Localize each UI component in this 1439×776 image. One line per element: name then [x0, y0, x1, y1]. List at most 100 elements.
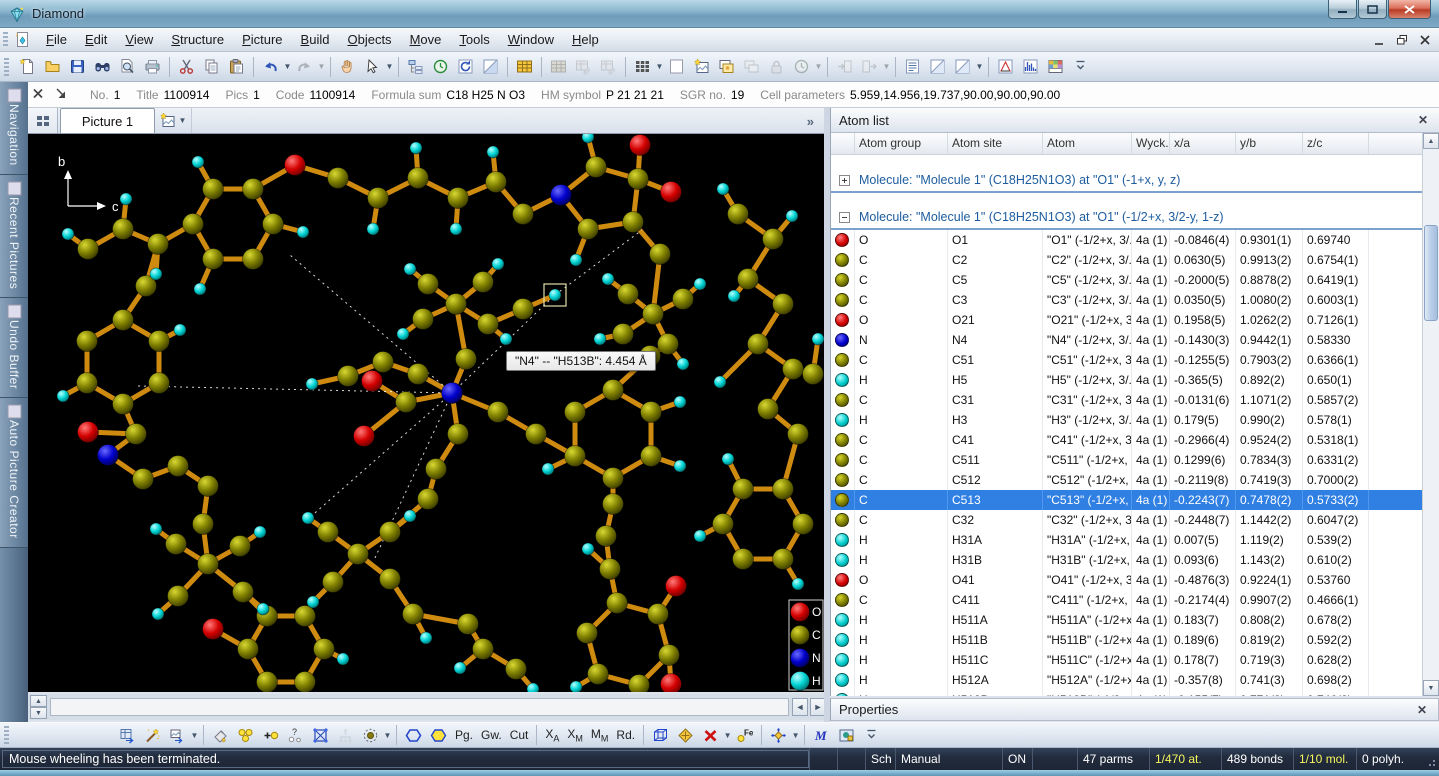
horizontal-scrollbar[interactable]: [50, 698, 789, 716]
toolbar-button-rd[interactable]: Rd.: [612, 726, 639, 744]
menu-structure[interactable]: Structure: [162, 29, 233, 50]
menu-view[interactable]: View: [116, 29, 162, 50]
maximize-button[interactable]: [1358, 0, 1387, 19]
menu-file[interactable]: File: [37, 29, 76, 50]
toolbar-button-distance-chart[interactable]: [994, 55, 1017, 78]
toolbar-button-select-arrow[interactable]: [361, 55, 384, 78]
collapse-icon[interactable]: [839, 212, 850, 223]
toolbar-grip[interactable]: [4, 58, 9, 76]
column-atomgroup[interactable]: Atom group: [855, 133, 948, 154]
menu-objects[interactable]: Objects: [338, 29, 400, 50]
toolbar-button-wand[interactable]: [141, 724, 164, 747]
chevron-down-icon[interactable]: ▼: [283, 55, 292, 78]
atom-row-h31b[interactable]: HH31B"H31B" (-1/2+x, ...4a (1)0.093(6)1.…: [831, 550, 1439, 570]
toolbar-button-overflow[interactable]: [1069, 55, 1092, 78]
atom-row-c32[interactable]: CC32"C32" (-1/2+x, 3...4a (1)-0.2448(7)1…: [831, 510, 1439, 530]
menu-picture[interactable]: Picture: [233, 29, 291, 50]
toolbar-button-picture-copy[interactable]: [715, 55, 738, 78]
sidebar-tab-undo-buffer[interactable]: Undo Buffer: [0, 298, 28, 398]
toolbar-button-xm[interactable]: XM: [563, 725, 587, 745]
sidebar-tab-navigation[interactable]: Navigation: [0, 82, 28, 175]
toolbar-button-ball-add[interactable]: [259, 724, 282, 747]
goto-icon[interactable]: [54, 86, 71, 103]
atom-row-o1[interactable]: OO1"O1" (-1/2+x, 3/...4a (1)-0.0846(4)0.…: [831, 230, 1439, 250]
chevron-down-icon[interactable]: ▼: [190, 724, 199, 747]
frame-spinner[interactable]: ▲ ▼: [30, 695, 47, 719]
menu-window[interactable]: Window: [499, 29, 563, 50]
toolbar-button-net-x[interactable]: [309, 724, 332, 747]
vertical-scrollbar[interactable]: ▲ ▼: [1422, 133, 1439, 696]
chevron-down-icon[interactable]: ▼: [723, 724, 732, 747]
atom-row-h3[interactable]: HH3"H3" (-1/2+x, 3/...4a (1)0.179(5)0.99…: [831, 410, 1439, 430]
atom-row-h511c[interactable]: HH511C"H511C" (-1/2+x...4a (1)0.178(7)0.…: [831, 650, 1439, 670]
atom-list-column-header[interactable]: Atom groupAtom siteAtomWyck.x/ay/bz/c: [831, 133, 1439, 155]
toolbar-button-xa[interactable]: XA: [541, 725, 563, 745]
atom-row-h511b[interactable]: HH511B"H511B" (-1/2+x...4a (1)0.189(6)0.…: [831, 630, 1439, 650]
toolbar-button-cut[interactable]: [175, 55, 198, 78]
atom-row-c3[interactable]: CC3"C3" (-1/2+x, 3/...4a (1)0.0350(5)1.0…: [831, 290, 1439, 310]
chevron-down-icon[interactable]: ▼: [385, 55, 394, 78]
toolbar-button-history-clock[interactable]: [429, 55, 452, 78]
toolbar-button-picture-props[interactable]: [835, 724, 858, 747]
close-icon[interactable]: ✕: [1414, 702, 1430, 718]
column-xa[interactable]: x/a: [1170, 133, 1236, 154]
toolbar-button-diamond-cross[interactable]: [674, 724, 697, 747]
toolbar-button-overflow[interactable]: [860, 724, 883, 747]
toolbar-button-hexagon-yellow[interactable]: [427, 724, 450, 747]
toolbar-button-pg[interactable]: Pg.: [451, 726, 477, 744]
atom-row-c51[interactable]: CC51"C51" (-1/2+x, 3...4a (1)-0.1255(5)0…: [831, 350, 1439, 370]
chevron-down-icon[interactable]: ▼: [383, 724, 392, 747]
tab-overflow-chevron[interactable]: »: [807, 114, 814, 133]
toolbar-button-paste[interactable]: [225, 55, 248, 78]
scroll-left-icon[interactable]: ◄: [792, 698, 808, 716]
toolbar-button-new-doc[interactable]: [16, 55, 39, 78]
toolbar-button-fe-ball[interactable]: Fe: [733, 724, 756, 747]
atom-row-c31[interactable]: CC31"C31" (-1/2+x, 3...4a (1)-0.0131(6)1…: [831, 390, 1439, 410]
scrollbar-thumb[interactable]: [1424, 225, 1438, 321]
toolbar-button-ball-question[interactable]: ?: [284, 724, 307, 747]
atom-row-c513[interactable]: CC513"C513" (-1/2+x, ...4a (1)-0.2243(7)…: [831, 490, 1439, 510]
chevron-down-icon[interactable]: ▼: [814, 55, 823, 78]
molecule-group-row[interactable]: Molecule: "Molecule 1" (C18H25N1O3) at "…: [831, 169, 1439, 191]
toolbar-button-mm[interactable]: MM: [587, 725, 613, 745]
toolbar-button-image-export[interactable]: [166, 724, 189, 747]
toolbar-button-open-folder[interactable]: [41, 55, 64, 78]
toolbar-grip[interactable]: [4, 726, 9, 744]
toolbar-button-move-cross[interactable]: [767, 724, 790, 747]
toolbar-button-diagram-diagonal[interactable]: [951, 55, 974, 78]
menu-move[interactable]: Move: [401, 29, 451, 50]
close-button[interactable]: [1388, 0, 1431, 19]
menu-build[interactable]: Build: [292, 29, 339, 50]
toolbar-button-fill-bucket[interactable]: [209, 724, 232, 747]
menu-edit[interactable]: Edit: [76, 29, 116, 50]
atom-row-c512[interactable]: CC512"C512" (-1/2+x, ...4a (1)-0.2119(8)…: [831, 470, 1439, 490]
atom-row-h512b[interactable]: HH512B"H512B" (-1/2+x...4a (1)-0.155(7)0…: [831, 690, 1439, 696]
resize-grip[interactable]: [1423, 748, 1439, 770]
menu-tools[interactable]: Tools: [450, 29, 498, 50]
new-picture-button[interactable]: ▼: [155, 108, 192, 133]
atom-row-c41[interactable]: CC41"C41" (-1/2+x, 3...4a (1)-0.2966(4)0…: [831, 430, 1439, 450]
tab-picture-1[interactable]: Picture 1: [60, 108, 155, 133]
toolbar-button-copy[interactable]: [200, 55, 223, 78]
structure-canvas[interactable]: bcOCNH "N4" -- "H513B": 4.454 Å: [28, 134, 824, 692]
close-icon[interactable]: ✕: [1415, 112, 1431, 128]
toolbar-button-rotate-view[interactable]: [454, 55, 477, 78]
toolbar-button-cut[interactable]: Cut: [506, 726, 533, 744]
toolbar-button-red-x[interactable]: [699, 724, 722, 747]
toolbar-button-powder-chart[interactable]: [1019, 55, 1042, 78]
toolbar-button-print[interactable]: [141, 55, 164, 78]
expand-icon[interactable]: [839, 175, 850, 186]
toolbar-button-print-preview[interactable]: [116, 55, 139, 78]
toolbar-button-m-italic[interactable]: M: [810, 724, 833, 747]
toolbar-button-cube[interactable]: [649, 724, 672, 747]
chevron-down-icon[interactable]: ▼: [882, 55, 891, 78]
toolbar-button-save[interactable]: [66, 55, 89, 78]
minimize-button[interactable]: [1328, 0, 1357, 19]
atom-row-n4[interactable]: NN4"N4" (-1/2+x, 3/...4a (1)-0.1430(3)0.…: [831, 330, 1439, 350]
mdi-minimize-icon[interactable]: [1370, 32, 1387, 47]
sidebar-tab-auto-picture-creator[interactable]: Auto Picture Creator: [0, 398, 28, 548]
menu-grip[interactable]: [3, 32, 8, 48]
toolbar-button-balls-3[interactable]: [234, 724, 257, 747]
atom-row-h31a[interactable]: HH31A"H31A" (-1/2+x, ...4a (1)0.007(5)1.…: [831, 530, 1439, 550]
atom-row-o41[interactable]: OO41"O41" (-1/2+x, 3...4a (1)-0.4876(3)0…: [831, 570, 1439, 590]
